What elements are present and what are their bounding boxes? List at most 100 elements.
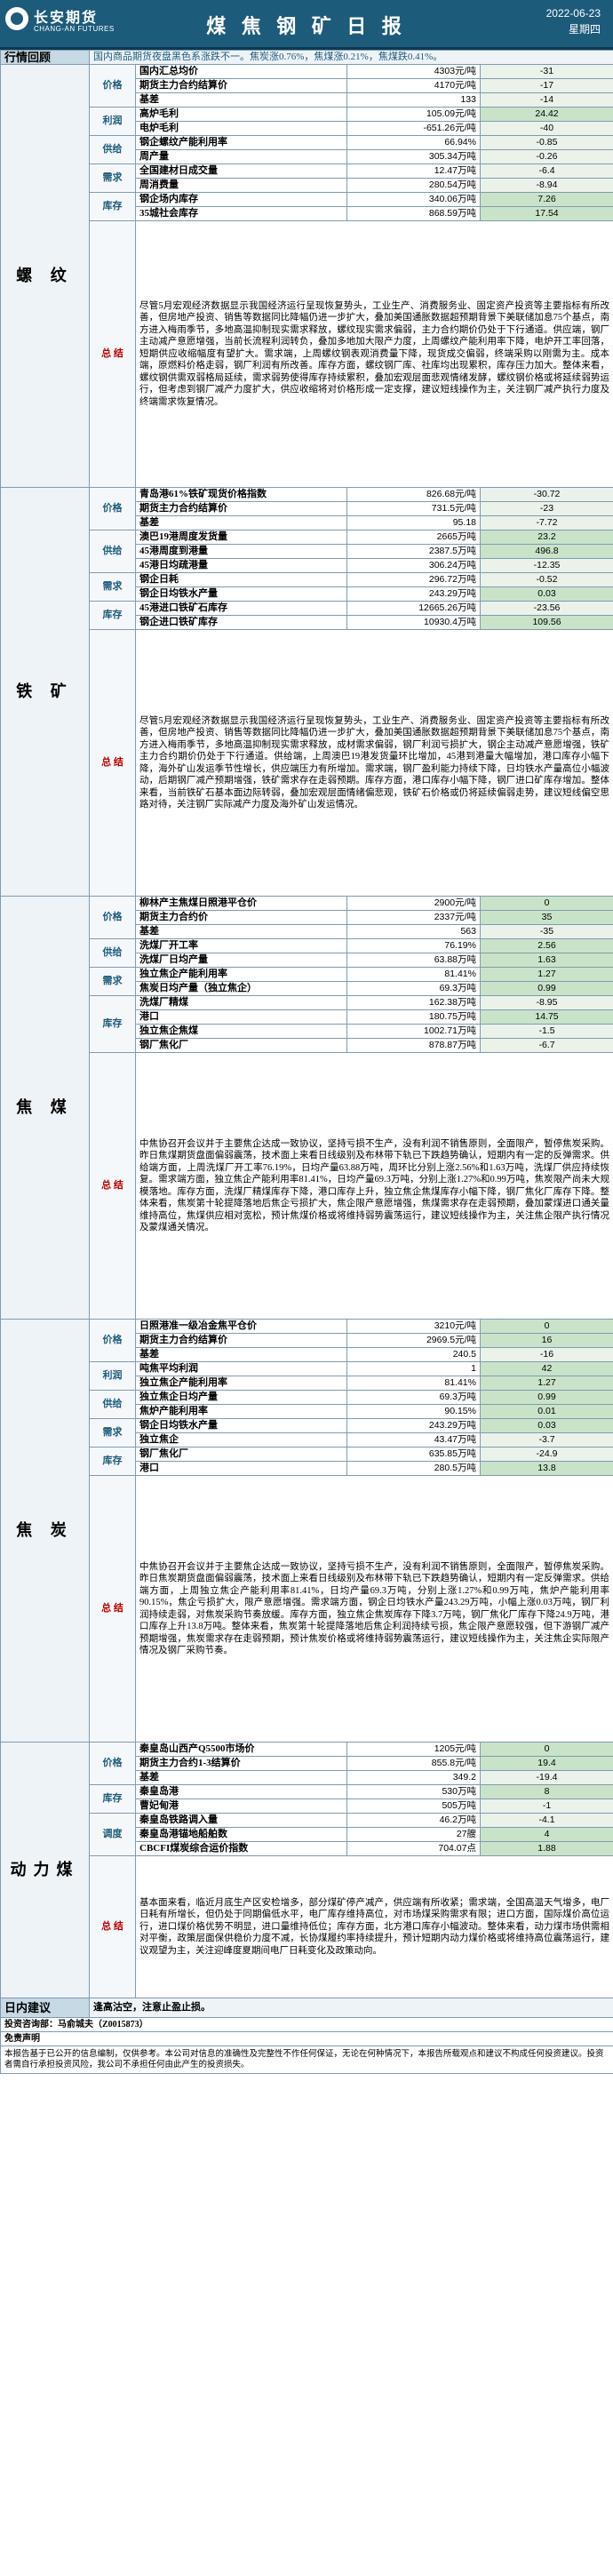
metric-value: 12665.26万吨 (346, 601, 481, 616)
metric-row: 螺 纹价格 国内汇总均价 4303元/吨 -31 (0, 64, 613, 488)
metric-change: 7.26 (480, 192, 613, 207)
metric-name: CBCFI煤炭综合运价指数 (135, 1841, 347, 1856)
metric-row: 动力煤 价格 秦皇岛山西产Q5500市场价 1205元/吨 0 (0, 1742, 613, 1998)
review-label: 行情回顾 (0, 50, 90, 65)
metric-value: 66.94% (346, 135, 481, 150)
metric-name: 独立焦企 (135, 1432, 347, 1448)
metric-name: 钢厂焦化厂 (135, 1038, 347, 1053)
category-label: 供给 (89, 938, 136, 968)
metric-change: 35 (480, 910, 613, 925)
metric-value: 563 (346, 924, 481, 939)
metric-change: 4 (480, 1827, 613, 1842)
review-row: 行情回顾 国内商品期货夜盘黑色系涨跌不一。焦炭涨0.76%，焦煤涨0.21%，焦… (0, 50, 613, 65)
summary-row: 总 结中焦协召开会议并于主要焦企达成一致协议，坚持亏损不生产，没有利润不销售原则… (1, 1052, 613, 1320)
metric-value: 4170元/吨 (346, 78, 481, 93)
metric-change: -24.9 (480, 1447, 613, 1462)
metric-row: 供给 钢企螺纹产能利用率 66.94% -0.85 (1, 135, 613, 164)
advice-text: 逢高沽空，注意止盈止损。 (89, 1998, 613, 2018)
report-date: 2022-06-23 星期四 (546, 5, 601, 37)
metric-change: 0.99 (480, 1390, 613, 1405)
metric-name: 钢企日耗 (135, 572, 347, 587)
metric-name: 钢企日均铁水产量 (135, 586, 347, 602)
metric-name: 曹妃甸港 (135, 1798, 347, 1814)
analyst-info: 投资咨询部：马俞城夫（Z0015873） (0, 2017, 613, 2032)
report-date-value: 2022-06-23 (545, 7, 601, 20)
metric-value: 530万吨 (346, 1784, 481, 1799)
report-header: 长安期货 CHANG-AN FUTURES 煤 焦 钢 矿 日 报 2022-0… (0, 0, 613, 50)
metric-name: 期货主力合约价 (135, 910, 347, 925)
product-name: 动力煤 (0, 1742, 90, 1998)
product-name: 螺 纹 (0, 64, 90, 488)
metric-name: 周消费量 (135, 178, 347, 193)
metric-value: 81.41% (346, 967, 481, 982)
metric-name: 45港进口铁矿石库存 (135, 601, 347, 616)
metric-row: 库存 洗煤厂精煤 162.38万吨 -8.95 (1, 995, 613, 1053)
metric-value: 95.18 (346, 515, 481, 530)
metric-row: 利润 高炉毛利 105.09元/吨 24.42 (1, 107, 613, 136)
metric-name: 钢企场内库存 (135, 192, 347, 207)
metric-value: 76.19% (346, 938, 481, 953)
metric-value: 180.75万吨 (346, 1009, 481, 1025)
metric-value: 2337元/吨 (346, 910, 481, 925)
category-label: 供给 (89, 530, 136, 573)
metric-row: 焦 煤价格 柳林产主焦煤日照港平仓价 2900元/吨 0 (0, 896, 613, 1320)
metric-change: -0.26 (480, 149, 613, 164)
metric-change: 42 (480, 1361, 613, 1376)
metric-name: 基差 (135, 92, 347, 108)
summary-row: 总 结基本面来看，临近月底生产区安检增多，部分煤矿停产减产，供应端有所收紧；需求… (1, 1855, 613, 1998)
metric-change: -4.1 (480, 1813, 613, 1828)
summary-row: 总 结中焦协召开会议并于主要焦企达成一致协议，坚持亏损不生产，没有利润不销售原则… (1, 1475, 613, 1743)
analyst-row: 投资咨询部：马俞城夫（Z0015873） (0, 2017, 613, 2032)
category-label: 供给 (89, 1390, 136, 1419)
product-name: 焦 煤 (0, 896, 90, 1320)
metric-name: 国内汇总均价 (135, 64, 347, 79)
metric-name: 钢企螺纹产能利用率 (135, 135, 347, 150)
metric-name: 秦皇岛港锚地船舶数 (135, 1827, 347, 1842)
metric-name: 港口 (135, 1461, 347, 1476)
metric-value: 10930.4万吨 (346, 615, 481, 630)
report-weekday: 星期四 (568, 23, 601, 36)
metric-name: 全国建材日成交量 (135, 163, 347, 179)
metric-value: 81.41% (346, 1376, 481, 1391)
category-label: 供给 (89, 135, 136, 164)
metric-change: -19.4 (480, 1770, 613, 1785)
metric-value: 240.5 (346, 1347, 481, 1362)
metric-value: 635.85万吨 (346, 1447, 481, 1462)
metric-value: 63.88万吨 (346, 953, 481, 968)
metric-name: 秦皇岛港 (135, 1784, 347, 1799)
metric-name: 电炉毛利 (135, 121, 347, 136)
metric-name: 独立焦企产能利用率 (135, 967, 347, 982)
metric-row: 供给 澳巴19港周度发货量 2665万吨 23.2 (1, 530, 613, 573)
summary-label: 总 结 (89, 629, 136, 897)
category-label: 库存 (89, 192, 136, 221)
metric-value: 878.87万吨 (346, 1038, 481, 1053)
metric-row: 需求 钢企日均铁水产量 243.29万吨 0.03 (1, 1418, 613, 1448)
metric-value: 280.54万吨 (346, 178, 481, 193)
metric-change: -31 (480, 64, 613, 79)
summary-row: 总 结尽管5月宏观经济数据显示我国经济运行呈现恢复势头，工业生产、消费服务业、固… (1, 220, 613, 488)
metric-change: 0.03 (480, 1418, 613, 1433)
metric-name: 青岛港61%铁矿现货价格指数 (135, 487, 347, 502)
summary-label: 总 结 (89, 1855, 136, 1998)
metric-value: 1205元/吨 (346, 1742, 481, 1757)
metric-row: 库存 钢厂焦化厂 635.85万吨 -24.9 (1, 1447, 613, 1476)
metric-name: 澳巴19港周度发货量 (135, 530, 347, 545)
metric-name: 基差 (135, 924, 347, 939)
metric-row: 库存 45港进口铁矿石库存 12665.26万吨 -23.56 (1, 601, 613, 630)
metric-change: -0.85 (480, 135, 613, 150)
metric-value: 296.72万吨 (346, 572, 481, 587)
metric-value: 2900元/吨 (346, 896, 481, 911)
metric-name: 洗煤厂开工率 (135, 938, 347, 953)
metric-row: 需求 独立焦企产能利用率 81.41% 1.27 (1, 967, 613, 996)
metric-value: 105.09元/吨 (346, 107, 481, 122)
category-label: 价格 (89, 487, 136, 530)
metric-name: 独立焦企产能利用率 (135, 1376, 347, 1391)
category-label: 需求 (89, 967, 136, 996)
summary-text: 尽管5月宏观经济数据显示我国经济运行呈现恢复势头，工业生产、消费服务业、固定资产… (135, 220, 613, 488)
metric-change: 0.99 (480, 981, 613, 996)
metric-name: 基差 (135, 1770, 347, 1785)
category-label: 库存 (89, 601, 136, 630)
metric-change: 16 (480, 1333, 613, 1348)
metric-change: -16 (480, 1347, 613, 1362)
category-label: 库存 (89, 1447, 136, 1476)
